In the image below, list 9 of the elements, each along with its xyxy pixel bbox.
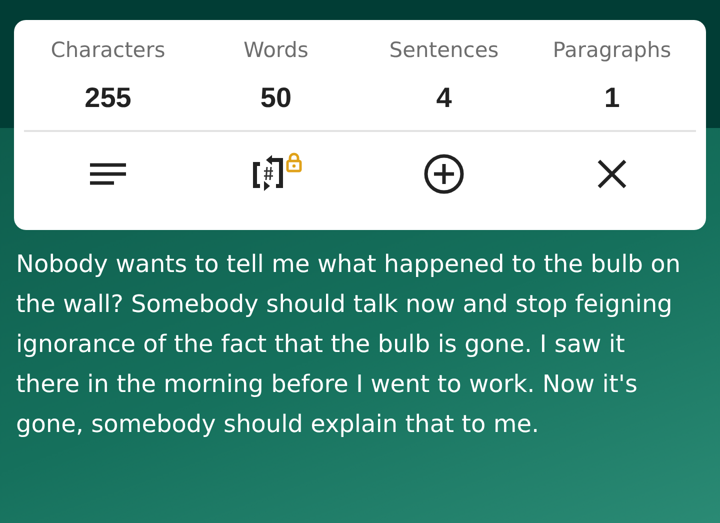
stat-label: Paragraphs	[552, 38, 672, 62]
body-text: Nobody wants to tell me what happened to the bulb on the wall? Somebody should talk now and stop feigning ignorance of the fact that the bulb is gone. I saw it there in the morning before I went to work. Now it's gone, somebody should explain that to me.	[16, 249, 682, 440]
stat-value: 255	[84, 82, 132, 114]
stat-label: Words	[244, 38, 308, 62]
stat-label: Sentences	[389, 38, 499, 62]
stat-label: Characters	[50, 38, 166, 62]
stat-value: 1	[604, 82, 620, 114]
stat-value: 50	[260, 82, 292, 114]
stat-value: 4	[436, 82, 452, 114]
